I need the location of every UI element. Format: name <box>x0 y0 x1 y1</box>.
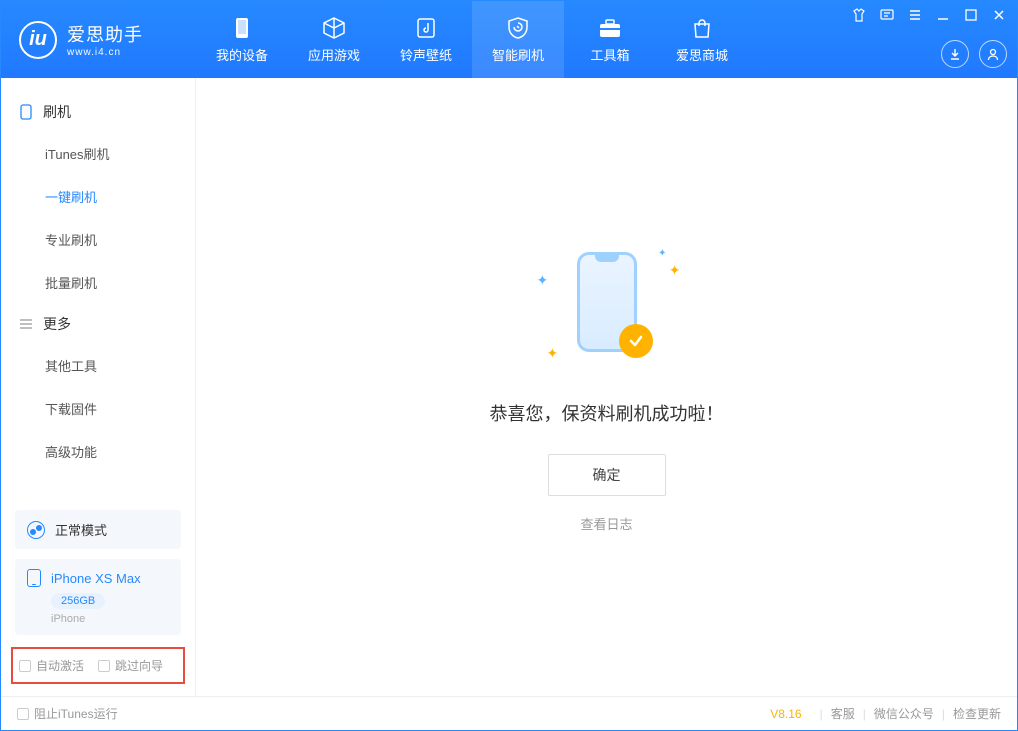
logo-text: 爱思助手 www.i4.cn <box>67 21 143 58</box>
nav-label: 智能刷机 <box>492 45 544 64</box>
status-bar: 阻止iTunes运行 V8.16 | 客服 | 微信公众号 | 检查更新 <box>1 696 1017 730</box>
app-logo-icon: iu <box>19 21 57 59</box>
nav-label: 应用游戏 <box>308 45 360 64</box>
nav-label: 我的设备 <box>216 45 268 64</box>
group-title: 更多 <box>43 314 71 334</box>
app-body: 刷机 iTunes刷机 一键刷机 专业刷机 批量刷机 更多 其他工具 下载固件 … <box>1 78 1017 696</box>
sidebar-item-advanced[interactable]: 高级功能 <box>1 430 195 473</box>
divider: | <box>942 707 945 721</box>
sidebar-item-pro-flash[interactable]: 专业刷机 <box>1 218 195 261</box>
nav-label: 工具箱 <box>590 45 629 64</box>
nav-my-device[interactable]: 我的设备 <box>196 1 288 78</box>
checkbox-label: 自动激活 <box>36 657 84 674</box>
download-button[interactable] <box>941 40 969 68</box>
close-button[interactable] <box>991 7 1007 23</box>
checkbox-icon <box>17 708 29 720</box>
toolbox-icon <box>598 16 622 40</box>
sidebar: 刷机 iTunes刷机 一键刷机 专业刷机 批量刷机 更多 其他工具 下载固件 … <box>1 78 196 696</box>
sparkle-icon: ✦ <box>547 345 559 362</box>
sparkle-icon: ✦ <box>537 272 549 289</box>
checkmark-badge <box>619 324 653 358</box>
user-button[interactable] <box>979 40 1007 68</box>
nav-toolbox[interactable]: 工具箱 <box>564 1 656 78</box>
phone-icon <box>27 569 41 587</box>
device-panel: 正常模式 iPhone XS Max 256GB iPhone <box>1 498 195 635</box>
nav-store[interactable]: 爱思商城 <box>656 1 748 78</box>
device-mode: 正常模式 <box>55 520 107 539</box>
app-header: iu 爱思助手 www.i4.cn 我的设备 应用游戏 铃声壁纸 智能刷机 工具… <box>1 1 1017 78</box>
cube-icon <box>322 16 346 40</box>
app-subtitle: www.i4.cn <box>67 47 143 58</box>
device-icon <box>230 16 254 40</box>
device-name: iPhone XS Max <box>51 571 141 586</box>
maximize-button[interactable] <box>963 7 979 23</box>
device-info-row[interactable]: iPhone XS Max 256GB iPhone <box>15 559 181 635</box>
storage-badge: 256GB <box>51 593 105 609</box>
sidebar-item-download-firmware[interactable]: 下载固件 <box>1 387 195 430</box>
sidebar-item-batch-flash[interactable]: 批量刷机 <box>1 261 195 304</box>
view-log-link[interactable]: 查看日志 <box>580 514 632 533</box>
minimize-button[interactable] <box>935 7 951 23</box>
auto-activate-checkbox[interactable]: 自动激活 <box>19 657 84 674</box>
shield-icon <box>506 16 530 40</box>
bag-icon <box>690 16 714 40</box>
header-right <box>851 1 1007 78</box>
nav-label: 铃声壁纸 <box>400 45 452 64</box>
flash-options-highlight: 自动激活 跳过向导 <box>11 647 185 684</box>
group-title: 刷机 <box>43 102 71 122</box>
tshirt-icon[interactable] <box>851 7 867 23</box>
checkbox-label: 阻止iTunes运行 <box>34 705 118 722</box>
account-area <box>941 40 1007 68</box>
checkbox-label: 跳过向导 <box>115 657 163 674</box>
logo-area: iu 爱思助手 www.i4.cn <box>1 21 196 59</box>
update-link[interactable]: 检查更新 <box>953 705 1001 722</box>
phone-small-icon <box>19 105 33 119</box>
main-content: ✦ ✦ ✦ ✦ 恭喜您，保资料刷机成功啦！ 确定 查看日志 <box>196 78 1017 696</box>
list-icon <box>19 317 33 331</box>
feedback-icon[interactable] <box>879 7 895 23</box>
sidebar-item-oneclick-flash[interactable]: 一键刷机 <box>1 175 195 218</box>
device-mode-row[interactable]: 正常模式 <box>15 510 181 549</box>
nav-apps-games[interactable]: 应用游戏 <box>288 1 380 78</box>
divider: | <box>820 707 823 721</box>
sparkle-icon: ✦ <box>669 262 681 279</box>
sidebar-item-itunes-flash[interactable]: iTunes刷机 <box>1 132 195 175</box>
sparkle-icon: ✦ <box>658 248 666 259</box>
skip-guide-checkbox[interactable]: 跳过向导 <box>98 657 163 674</box>
window-controls <box>851 7 1007 23</box>
version-label: V8.16 <box>770 707 801 721</box>
success-illustration: ✦ ✦ ✦ ✦ <box>527 242 687 372</box>
top-nav: 我的设备 应用游戏 铃声壁纸 智能刷机 工具箱 爱思商城 <box>196 1 748 78</box>
divider: | <box>863 707 866 721</box>
music-icon <box>414 16 438 40</box>
success-message: 恭喜您，保资料刷机成功啦！ <box>490 400 724 426</box>
nav-smart-flash[interactable]: 智能刷机 <box>472 1 564 78</box>
sidebar-group-flash: 刷机 <box>1 92 195 132</box>
sidebar-group-more: 更多 <box>1 304 195 344</box>
device-top: iPhone XS Max <box>27 569 169 587</box>
device-type: iPhone <box>51 613 169 625</box>
checkbox-icon <box>19 660 31 672</box>
nav-ringtone-wallpaper[interactable]: 铃声壁纸 <box>380 1 472 78</box>
support-link[interactable]: 客服 <box>831 705 855 722</box>
checkbox-icon <box>98 660 110 672</box>
app-title: 爱思助手 <box>67 21 143 47</box>
block-itunes-checkbox[interactable]: 阻止iTunes运行 <box>17 705 118 722</box>
mode-icon <box>27 521 45 539</box>
nav-label: 爱思商城 <box>676 45 728 64</box>
footer-right: V8.16 | 客服 | 微信公众号 | 检查更新 <box>770 705 1001 722</box>
sidebar-item-other-tools[interactable]: 其他工具 <box>1 344 195 387</box>
menu-icon[interactable] <box>907 7 923 23</box>
wechat-link[interactable]: 微信公众号 <box>874 705 934 722</box>
confirm-button[interactable]: 确定 <box>548 454 666 496</box>
